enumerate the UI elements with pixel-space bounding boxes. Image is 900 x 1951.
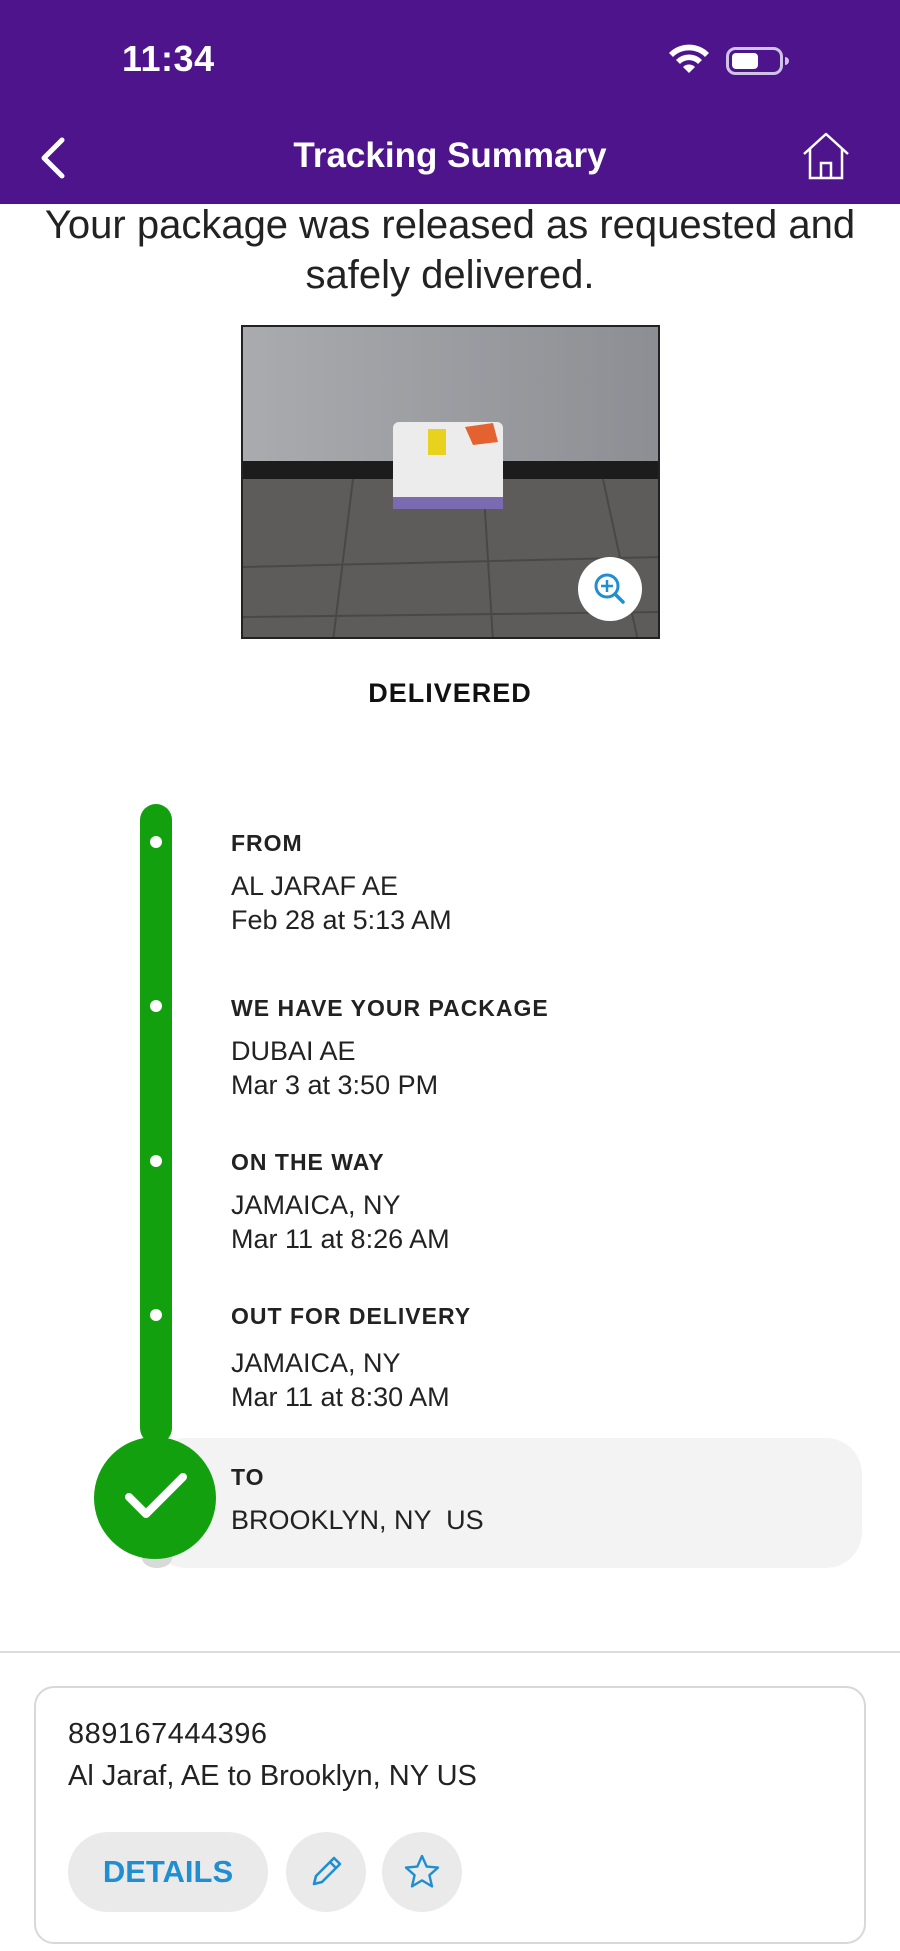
step-location: JAMAICA, NY (231, 1190, 401, 1220)
edit-button[interactable] (286, 1832, 366, 1912)
shipment-card: 889167444396 Al Jaraf, AE to Brooklyn, N… (34, 1686, 866, 1944)
progress-dot (150, 836, 162, 848)
home-button[interactable] (800, 130, 852, 182)
step-location: BROOKLYN, NY US (231, 1505, 484, 1535)
step-location: DUBAI AE (231, 1036, 356, 1066)
delivery-status: DELIVERED (368, 678, 532, 708)
step-title: WE HAVE YOUR PACKAGE (231, 995, 549, 1021)
star-icon (404, 1854, 440, 1888)
pencil-icon (312, 1856, 342, 1886)
battery-icon (726, 47, 789, 75)
step-time: Mar 3 at 3:50 PM (231, 1070, 439, 1100)
zoom-button[interactable] (578, 557, 642, 621)
delivery-photo[interactable] (241, 325, 660, 639)
step-time: Mar 11 at 8:30 AM (231, 1382, 450, 1412)
timeline-step-out-for-delivery: OUT FOR DELIVERY JAMAICA, NY Mar 11 at 8… (231, 1303, 471, 1414)
timeline-step-to: TO BROOKLYN, NY US (231, 1464, 484, 1537)
delivery-message: Your package was released as requested a… (44, 203, 856, 297)
step-time: Mar 11 at 8:26 AM (231, 1224, 450, 1254)
page-title: Tracking Summary (293, 136, 607, 175)
shipment-route: Al Jaraf, AE to Brooklyn, NY US (68, 1760, 477, 1792)
step-location: AL JARAF AE (231, 871, 399, 901)
check-icon (125, 1473, 187, 1518)
divider (0, 1651, 900, 1653)
step-location: JAMAICA, NY (231, 1348, 401, 1378)
tracking-number: 889167444396 (68, 1718, 268, 1750)
app-header: 11:34 Tracking Summary (0, 0, 900, 204)
progress-bar (140, 804, 172, 1444)
timeline-step-picked-up: WE HAVE YOUR PACKAGE DUBAI AE Mar 3 at 3… (231, 995, 549, 1102)
details-button[interactable]: DETAILS (68, 1832, 268, 1912)
timeline-step-on-the-way: ON THE WAY JAMAICA, NY Mar 11 at 8:26 AM (231, 1149, 450, 1256)
watch-button[interactable] (382, 1832, 462, 1912)
progress-dot (150, 1155, 162, 1167)
wifi-icon (669, 44, 709, 73)
step-title: TO (231, 1464, 265, 1490)
step-title: ON THE WAY (231, 1149, 385, 1175)
timeline-step-from: FROM AL JARAF AE Feb 28 at 5:13 AM (231, 830, 452, 937)
delivered-check (94, 1437, 216, 1559)
step-time: Feb 28 at 5:13 AM (231, 905, 452, 935)
zoom-in-icon (594, 573, 625, 604)
step-title: OUT FOR DELIVERY (231, 1303, 472, 1329)
progress-dot (150, 1309, 162, 1321)
status-time: 11:34 (122, 38, 215, 79)
step-title: FROM (231, 830, 303, 856)
progress-dot (150, 1000, 162, 1012)
